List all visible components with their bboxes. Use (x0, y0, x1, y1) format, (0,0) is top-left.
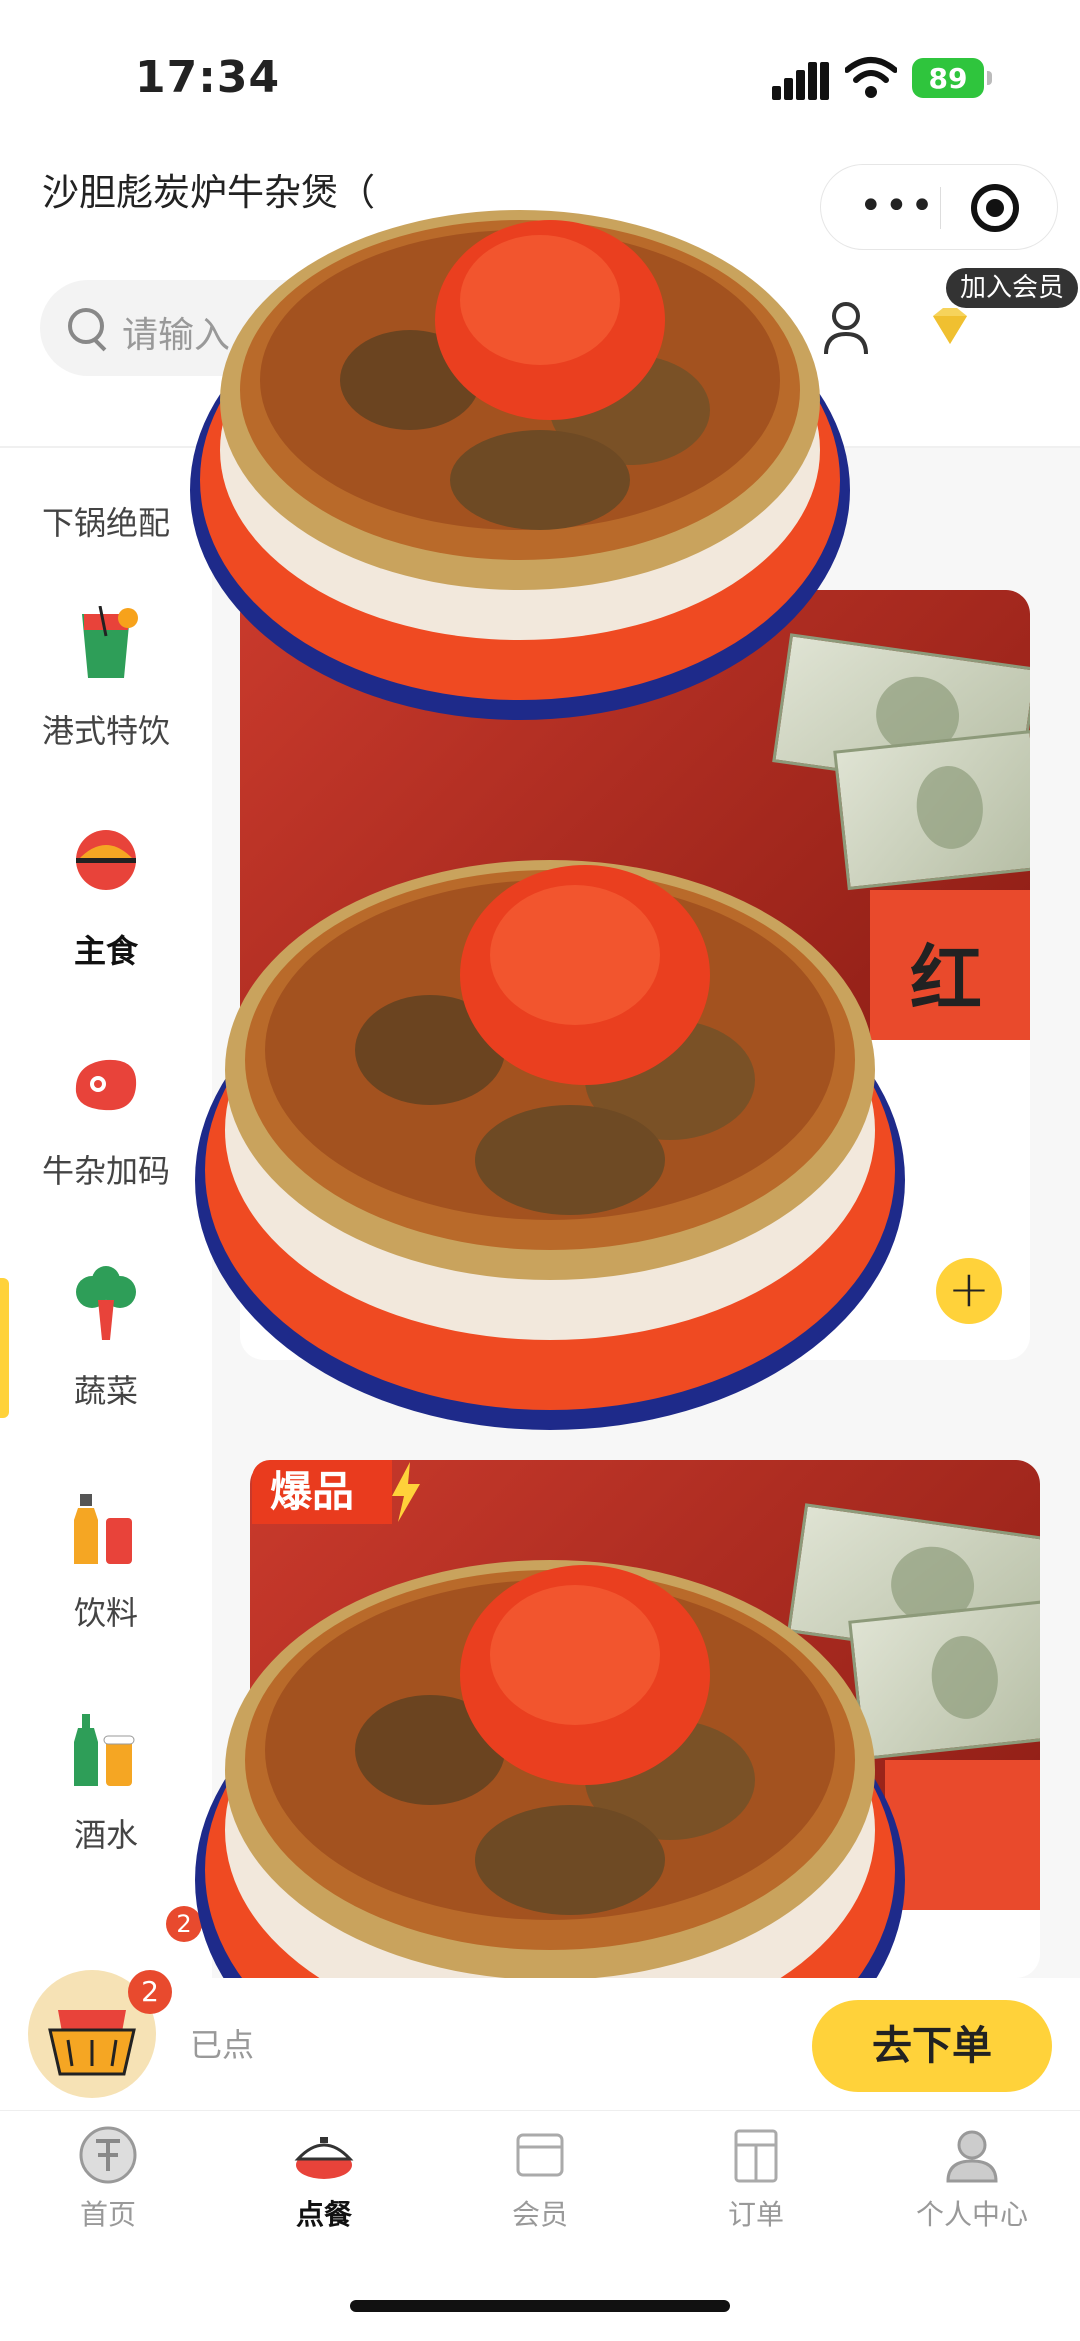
cart-summary: 已点 (190, 2026, 255, 2064)
tab-label: 首页 (79, 2198, 136, 2231)
cart-bar: 2 已点 去下单 (0, 1970, 1080, 2110)
tab-label: 订单 (727, 2198, 784, 2231)
diamond-member-icon[interactable] (925, 302, 975, 352)
wifi-icon (845, 57, 897, 98)
cellular-signal-icon (772, 62, 829, 100)
battery-level: 89 (928, 61, 968, 95)
tab-label: 个人中心 (915, 2198, 1028, 2231)
red-envelope-text: 红 (910, 937, 983, 1021)
battery-indicator: 89 (912, 58, 992, 98)
broccoli-icon (76, 1266, 136, 1340)
member-card-icon (516, 2133, 564, 2177)
pot-image (195, 860, 905, 1430)
beer-icon (74, 1714, 135, 1786)
status-time: 17:34 (135, 52, 281, 103)
tab-order-food[interactable]: 点餐 (216, 2125, 432, 2235)
cart-count-badge: 2 (128, 1970, 172, 2014)
brand-logo-icon (79, 2126, 137, 2184)
tab-orders[interactable]: 订单 (648, 2125, 864, 2235)
tab-home[interactable]: 首页 (0, 2125, 216, 2235)
rice-bowl-icon (76, 830, 136, 890)
status-bar: 17:34 89 (0, 0, 1080, 150)
add-to-cart-button[interactable]: + (936, 1258, 1002, 1324)
bottle-can-icon (74, 1494, 132, 1564)
tab-label: 会员 (511, 2198, 568, 2231)
order-list-icon (734, 2129, 778, 2183)
tab-member[interactable]: 会员 (432, 2125, 648, 2235)
home-indicator (350, 2300, 730, 2312)
more-options-icon[interactable]: ••• (859, 186, 934, 226)
profile-icon (946, 2130, 998, 2183)
tab-profile[interactable]: 个人中心 (864, 2125, 1080, 2235)
checkout-button[interactable]: 去下单 (812, 2000, 1052, 2092)
drink-cup-icon (82, 606, 138, 678)
pot-image (190, 210, 850, 720)
capsule-divider (940, 187, 941, 229)
close-miniprogram-icon[interactable] (971, 184, 1019, 232)
search-icon (68, 308, 104, 344)
steak-icon (75, 1059, 137, 1111)
pot-icon (294, 2137, 354, 2179)
tab-label: 点餐 (295, 2198, 352, 2231)
